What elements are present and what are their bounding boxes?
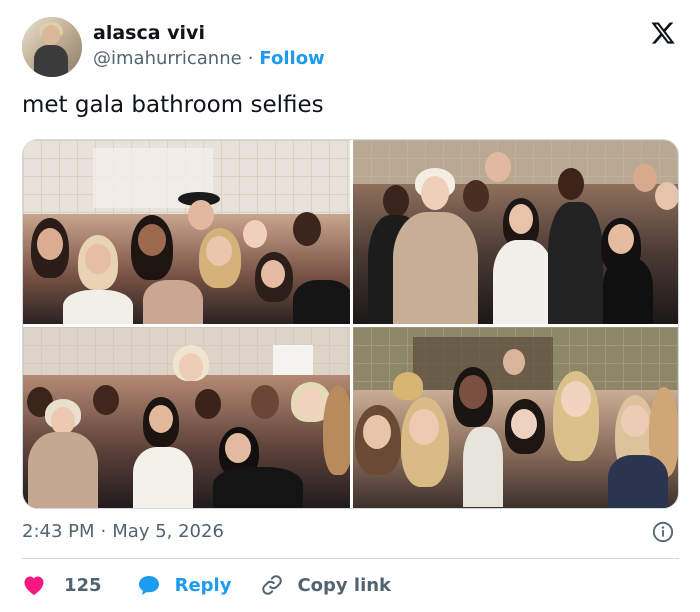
heart-icon — [24, 576, 44, 595]
link-icon — [262, 575, 283, 595]
tweet-card: alasca vivi @imahurricanne · Follow met ga… — [0, 0, 700, 612]
reply-button[interactable]: Reply — [137, 574, 232, 596]
divider — [22, 558, 679, 559]
copy-link-label: Copy link — [297, 574, 392, 596]
like-button[interactable]: 125 — [22, 574, 102, 596]
photo-3[interactable] — [23, 327, 350, 508]
photo-4[interactable] — [353, 327, 678, 508]
x-logo-icon[interactable] — [649, 20, 677, 46]
separator-dot: · — [247, 48, 254, 69]
reply-label: Reply — [174, 574, 232, 596]
author-handle[interactable]: @imahurricanne — [93, 48, 242, 69]
avatar[interactable] — [22, 17, 82, 77]
like-count: 125 — [64, 574, 102, 596]
photo-2[interactable] — [353, 140, 678, 324]
date: May 5, 2026 — [112, 521, 224, 542]
author-handle-row: @imahurricanne · Follow — [93, 48, 325, 69]
timestamp[interactable]: 2:43 PM · May 5, 2026 — [22, 521, 224, 542]
photo-1[interactable] — [23, 140, 350, 324]
info-icon[interactable] — [652, 521, 674, 543]
follow-button[interactable]: Follow — [259, 48, 324, 69]
action-bar: 125 Reply Copy link — [22, 570, 391, 600]
media-grid — [22, 139, 679, 509]
time: 2:43 PM — [22, 521, 95, 542]
speech-bubble-icon — [138, 576, 159, 595]
tweet-text: met gala bathroom selfies — [22, 92, 324, 118]
copy-link-button[interactable]: Copy link — [261, 574, 391, 596]
separator-dot: · — [100, 521, 107, 542]
author-name[interactable]: alasca vivi — [93, 22, 205, 44]
